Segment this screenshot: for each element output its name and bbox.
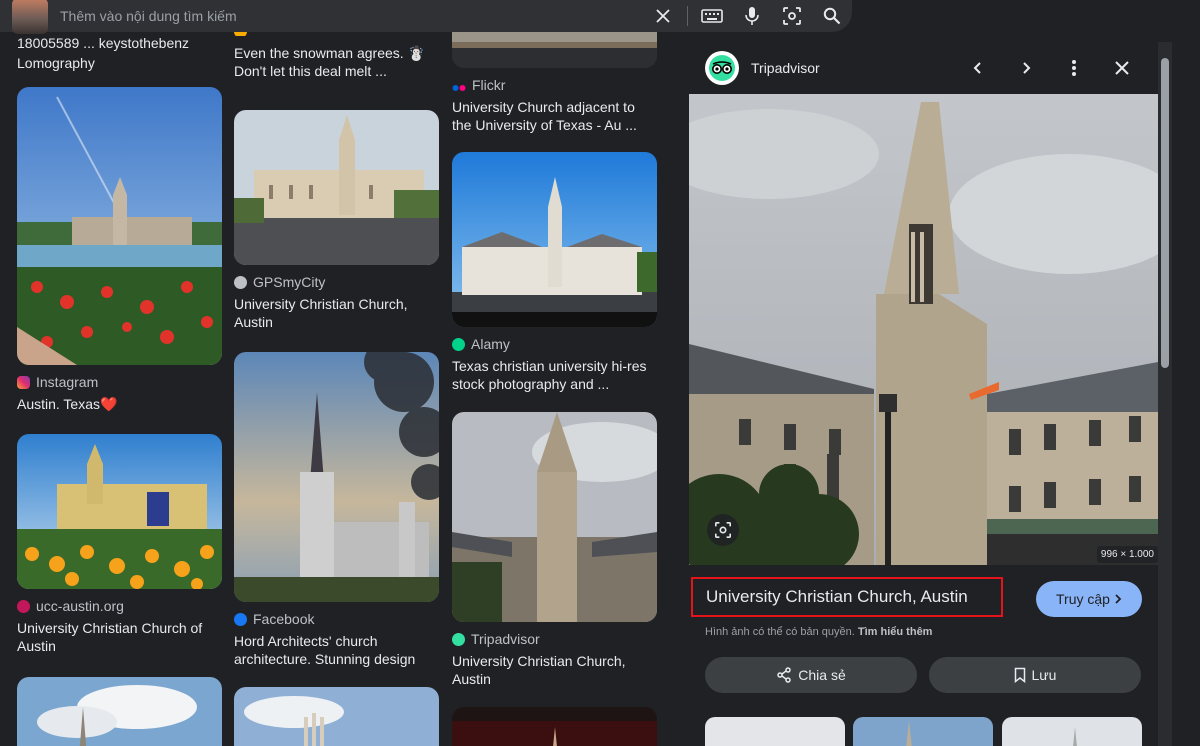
save-button[interactable]: Lưu [929,657,1141,693]
more-options-icon[interactable] [1060,54,1088,82]
preview-title[interactable]: University Christian Church, Austin [691,577,1003,617]
visit-label: Truy cập [1056,591,1110,607]
result-source-name: GPSmyCity [253,274,326,290]
result-image[interactable] [452,412,657,622]
flickr-icon [452,79,466,92]
bookmark-icon [1014,667,1025,683]
result-source[interactable]: Flickr [452,76,657,94]
result-source[interactable]: Alamy [452,335,657,353]
related-image[interactable] [853,717,993,746]
result-image[interactable] [452,707,657,746]
result-caption[interactable]: University Church adjacent to the Univer… [452,98,657,134]
result-card[interactable] [17,677,222,746]
result-card[interactable]: Tripadvisor University Christian Church,… [452,412,657,688]
preview-image[interactable]: 996 × 1.000 [689,94,1158,565]
chevron-left-icon[interactable] [964,54,992,82]
result-caption[interactable]: University Christian Church of Austin [17,619,222,655]
image-dimensions: 996 × 1.000 [1096,546,1158,563]
result-card-partial[interactable]: 18005589 ... keystothebenz Lomography [17,30,222,72]
search-bar: Thêm vào nội dung tìm kiếm [0,0,852,34]
result-caption[interactable]: Hord Architects' church architecture. St… [234,632,439,668]
result-source[interactable]: Facebook [234,610,439,628]
result-image[interactable] [17,434,222,589]
lens-icon[interactable] [707,514,739,546]
result-source-name: Facebook [253,611,315,627]
result-source[interactable]: ucc-austin.org [17,597,222,615]
result-image[interactable] [452,152,657,327]
chevron-right-icon [1115,594,1122,604]
result-card[interactable]: Facebook Hord Architects' church archite… [234,352,439,668]
result-source[interactable]: Instagram [17,373,222,391]
result-image[interactable] [234,687,439,746]
panel-scrollbar-thumb[interactable] [1161,58,1169,368]
related-image[interactable] [705,717,845,746]
result-caption[interactable]: University Christian Church, Austin [452,652,657,688]
result-card[interactable] [452,707,657,746]
search-divider [687,6,688,26]
gpsmycity-icon [234,275,247,289]
share-icon [777,667,792,683]
result-image[interactable] [17,87,222,365]
result-card[interactable]: GPSmyCity University Christian Church, A… [234,110,439,331]
lens-icon[interactable] [772,6,812,26]
mic-icon[interactable] [732,6,772,26]
result-card-partial[interactable]: Even the snowman agrees. ☃️ Don't let th… [234,26,439,80]
result-partial-text: 18005589 ... keystothebenz [17,35,190,51]
close-icon[interactable] [1108,54,1136,82]
chevron-right-icon[interactable] [1012,54,1040,82]
result-image[interactable] [17,677,222,746]
facebook-icon [234,612,247,626]
share-button[interactable]: Chia sẻ [705,657,917,693]
close-icon[interactable] [643,8,683,24]
keyboard-icon[interactable] [692,8,732,24]
related-image[interactable] [1002,717,1142,746]
result-caption[interactable]: Austin. Texas❤️ [17,395,222,413]
result-caption[interactable]: University Christian Church, Austin [234,295,439,331]
learn-more-link[interactable]: Tìm hiểu thêm [858,626,933,638]
result-source[interactable]: Tripadvisor [452,630,657,648]
result-caption: Lomography [17,55,95,71]
search-input[interactable]: Thêm vào nội dung tìm kiếm [60,8,643,24]
search-image-thumbnail[interactable] [12,0,48,34]
copyright-notice: Hình ảnh có thể có bản quyền. Tìm hiểu t… [705,626,932,638]
result-card[interactable]: ucc-austin.org University Christian Chur… [17,434,222,655]
result-source-name: Instagram [36,374,99,390]
preview-header: Tripadvisor [689,42,1158,94]
tripadvisor-icon [452,632,465,646]
visit-button[interactable]: Truy cập [1036,581,1142,617]
ucc-logo-icon [17,599,30,613]
result-card[interactable]: Alamy Texas christian university hi-res … [452,152,657,393]
result-source-name: ucc-austin.org [36,598,124,614]
share-label: Chia sẻ [798,667,846,683]
result-source-name: Tripadvisor [471,631,540,647]
result-caption[interactable]: Texas christian university hi-res stock … [452,357,657,393]
result-source-name: Flickr [472,77,506,93]
instagram-icon [17,375,30,389]
search-icon[interactable] [812,7,852,25]
preview-source-name[interactable]: Tripadvisor [751,60,820,76]
result-source-name: Alamy [471,336,510,352]
alamy-icon [452,337,465,351]
result-image[interactable] [234,110,439,265]
result-card[interactable]: Instagram Austin. Texas❤️ [17,87,222,413]
image-preview-panel: Tripadvisor 996 × 1.000 University Chris… [689,42,1158,746]
save-label: Lưu [1031,667,1057,683]
result-image[interactable] [234,352,439,602]
copyright-text: Hình ảnh có thể có bản quyền. [705,626,855,638]
result-card[interactable] [234,687,439,746]
result-caption[interactable]: Even the snowman agrees. ☃️ Don't let th… [234,44,439,80]
tripadvisor-logo-icon[interactable] [705,51,739,85]
image-search-page: Thêm vào nội dung tìm kiếm 18005589 ... … [0,0,1200,746]
result-source[interactable]: GPSmyCity [234,273,439,291]
